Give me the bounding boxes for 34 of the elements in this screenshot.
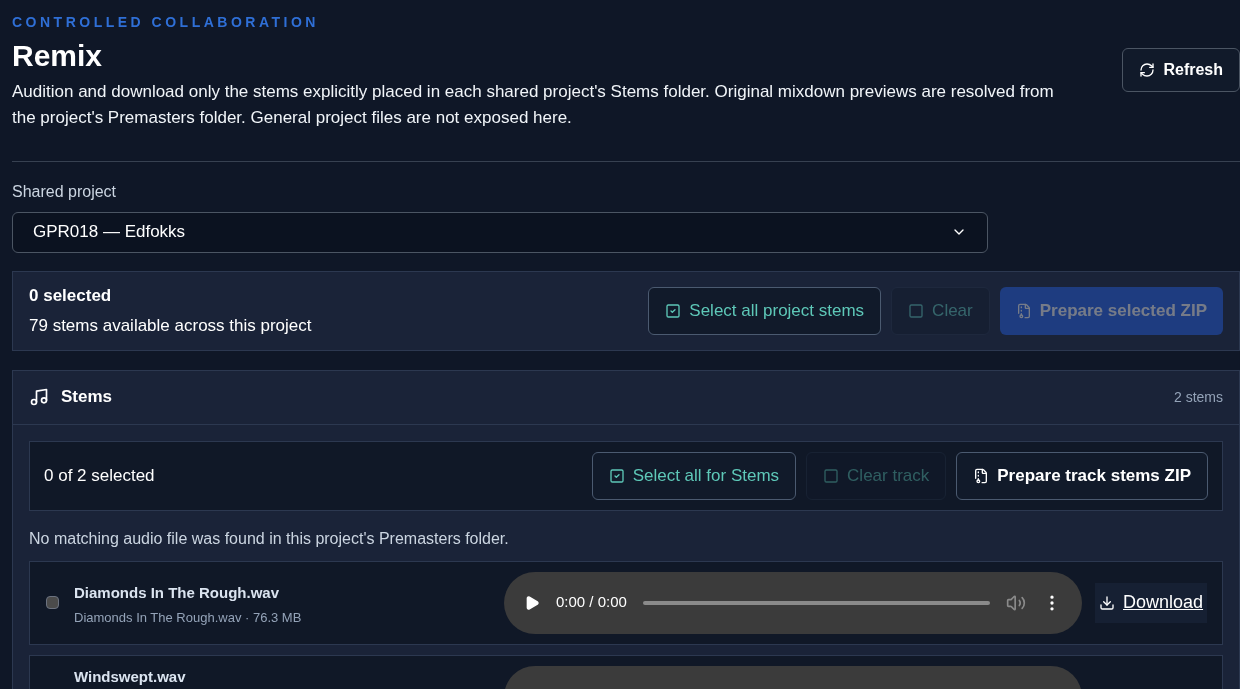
page-description: Audition and download only the stems explicitly placed in each shared project's Stems folder. Original mixdown previews are resolved from the project's Premasters folder. General project files are not exposed here. — [12, 80, 1055, 129]
seek-bar[interactable] — [642, 600, 990, 605]
eyebrow-label: CONTROLLED COLLABORATION — [12, 13, 320, 32]
notice-text: No matching audio file was found in this project's Premasters folder. — [29, 528, 510, 549]
track-selected-count: 0 of 2 selected — [44, 464, 155, 487]
play-icon[interactable] — [524, 594, 540, 611]
track-title: Stems — [61, 386, 113, 409]
checkbox-icon — [665, 302, 682, 319]
square-icon — [908, 302, 925, 319]
field-label: Shared project — [12, 181, 118, 202]
stem-count: 2 stems — [1174, 387, 1223, 407]
stem-meta: Diamonds In The Rough.wav · 76.3 MB — [74, 609, 303, 627]
square-icon — [823, 467, 840, 484]
select-all-button[interactable]: Select all project stems — [648, 286, 882, 335]
music-note-icon — [29, 387, 49, 407]
page-title: Remix — [12, 38, 104, 74]
stem-name: Diamonds In The Rough.wav — [74, 582, 280, 603]
file-icon — [973, 467, 990, 484]
stem-name: Windswept.wav — [74, 666, 187, 687]
audio-player[interactable]: 0:00 / 0:00 — [504, 571, 1082, 634]
selected-count: 0 selected — [29, 285, 113, 307]
stems-available: 79 stems available across this project — [29, 314, 312, 337]
project-select[interactable]: GPR018 — Edfokks — [12, 211, 988, 253]
prepare-zip-button[interactable]: Prepare track stems ZIP — [956, 451, 1208, 500]
volume-icon[interactable] — [1006, 592, 1026, 613]
download-link[interactable]: Download — [1095, 582, 1208, 623]
checkbox-icon — [608, 467, 625, 484]
download-icon — [1099, 594, 1115, 611]
file-icon — [1015, 302, 1032, 319]
stem-checkbox[interactable] — [46, 596, 59, 609]
select-all-button[interactable]: Select all for Stems — [591, 451, 797, 500]
refresh-button[interactable]: Refresh — [1122, 48, 1240, 92]
time-display: 0:00 / 0:00 — [556, 592, 627, 613]
refresh-icon — [1139, 62, 1156, 78]
